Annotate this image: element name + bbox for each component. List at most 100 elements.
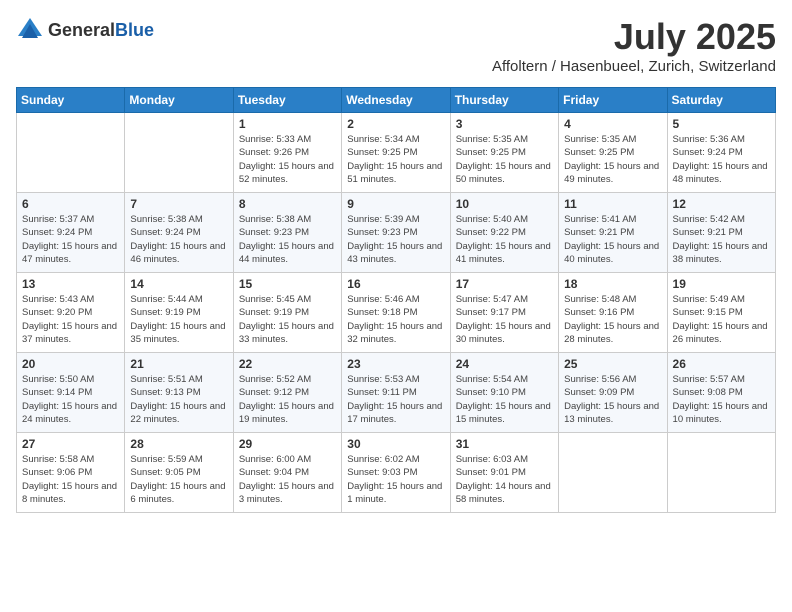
day-info: Sunrise: 5:33 AMSunset: 9:26 PMDaylight:…: [239, 133, 336, 186]
day-number: 13: [22, 277, 119, 291]
calendar-day: 9 Sunrise: 5:39 AMSunset: 9:23 PMDaylight…: [342, 193, 450, 273]
day-number: 17: [456, 277, 553, 291]
day-info: Sunrise: 5:42 AMSunset: 9:21 PMDaylight:…: [673, 213, 770, 266]
day-info: Sunrise: 5:52 AMSunset: 9:12 PMDaylight:…: [239, 373, 336, 426]
day-number: 5: [673, 117, 770, 131]
calendar-day: 19Sunrise: 5:49 AMSunset: 9:15 PMDayligh…: [667, 273, 775, 353]
weekday-header-monday: Monday: [125, 88, 233, 113]
calendar-day: 3 Sunrise: 5:35 AMSunset: 9:25 PMDaylight…: [450, 113, 558, 193]
calendar-day: 4Sunrise: 5:35 AMSunset: 9:25 PMDaylight…: [559, 113, 667, 193]
logo: GeneralBlue: [16, 16, 154, 44]
day-number: 21: [130, 357, 227, 371]
calendar-day: 31 Sunrise: 6:03 AMSunset: 9:01 PMDayligh…: [450, 433, 558, 513]
calendar-day: 11Sunrise: 5:41 AMSunset: 9:21 PMDayligh…: [559, 193, 667, 273]
day-number: 12: [673, 197, 770, 211]
calendar-day: 15Sunrise: 5:45 AMSunset: 9:19 PMDayligh…: [233, 273, 341, 353]
logo-text-general: General: [48, 20, 115, 40]
calendar-day: 17Sunrise: 5:47 AMSunset: 9:17 PMDayligh…: [450, 273, 558, 353]
calendar-day: 18Sunrise: 5:48 AMSunset: 9:16 PMDayligh…: [559, 273, 667, 353]
day-number: 15: [239, 277, 336, 291]
day-number: 26: [673, 357, 770, 371]
day-info: Sunrise: 6:00 AMSunset: 9:04 PMDaylight:…: [239, 453, 336, 506]
day-info: Sunrise: 5:46 AMSunset: 9:18 PMDaylight:…: [347, 293, 444, 346]
day-info: Sunrise: 5:34 AMSunset: 9:25 PMDaylight:…: [347, 133, 444, 186]
day-info: Sunrise: 5:36 AMSunset: 9:24 PMDaylight:…: [673, 133, 770, 186]
weekday-header-tuesday: Tuesday: [233, 88, 341, 113]
calendar-day: [125, 113, 233, 193]
calendar-day: 26Sunrise: 5:57 AMSunset: 9:08 PMDayligh…: [667, 353, 775, 433]
day-number: 10: [456, 197, 553, 211]
day-number: 3: [456, 117, 553, 131]
calendar-day: 14Sunrise: 5:44 AMSunset: 9:19 PMDayligh…: [125, 273, 233, 353]
calendar-day: 13 Sunrise: 5:43 AMSunset: 9:20 PMDayligh…: [17, 273, 125, 353]
calendar-day: 22 Sunrise: 5:52 AMSunset: 9:12 PMDayligh…: [233, 353, 341, 433]
day-info: Sunrise: 5:58 AMSunset: 9:06 PMDaylight:…: [22, 453, 119, 506]
weekday-header-sunday: Sunday: [17, 88, 125, 113]
calendar-week-5: 27 Sunrise: 5:58 AMSunset: 9:06 PMDayligh…: [17, 433, 776, 513]
day-info: Sunrise: 5:38 AMSunset: 9:24 PMDaylight:…: [130, 213, 227, 266]
logo-icon: [16, 16, 44, 44]
page-header: GeneralBlue July 2025 Affoltern / Hasenb…: [16, 16, 776, 75]
calendar-day: [667, 433, 775, 513]
day-number: 22: [239, 357, 336, 371]
calendar-day: 20 Sunrise: 5:50 AMSunset: 9:14 PMDayligh…: [17, 353, 125, 433]
weekday-header-saturday: Saturday: [667, 88, 775, 113]
day-number: 16: [347, 277, 444, 291]
calendar-day: 28Sunrise: 5:59 AMSunset: 9:05 PMDayligh…: [125, 433, 233, 513]
day-number: 8: [239, 197, 336, 211]
day-info: Sunrise: 5:51 AMSunset: 9:13 PMDaylight:…: [130, 373, 227, 426]
calendar-day: 10 Sunrise: 5:40 AMSunset: 9:22 PMDayligh…: [450, 193, 558, 273]
weekday-header-thursday: Thursday: [450, 88, 558, 113]
day-number: 27: [22, 437, 119, 451]
calendar-week-3: 13 Sunrise: 5:43 AMSunset: 9:20 PMDayligh…: [17, 273, 776, 353]
calendar-week-4: 20 Sunrise: 5:50 AMSunset: 9:14 PMDayligh…: [17, 353, 776, 433]
calendar-day: 30Sunrise: 6:02 AMSunset: 9:03 PMDayligh…: [342, 433, 450, 513]
day-number: 7: [130, 197, 227, 211]
calendar-day: 2 Sunrise: 5:34 AMSunset: 9:25 PMDaylight…: [342, 113, 450, 193]
calendar-day: 29 Sunrise: 6:00 AMSunset: 9:04 PMDayligh…: [233, 433, 341, 513]
day-info: Sunrise: 5:38 AMSunset: 9:23 PMDaylight:…: [239, 213, 336, 266]
calendar-day: 16 Sunrise: 5:46 AMSunset: 9:18 PMDayligh…: [342, 273, 450, 353]
weekday-header-friday: Friday: [559, 88, 667, 113]
calendar-day: [559, 433, 667, 513]
location-title: Affoltern / Hasenbueel, Zurich, Switzerl…: [492, 58, 776, 75]
day-number: 2: [347, 117, 444, 131]
day-number: 23: [347, 357, 444, 371]
day-info: Sunrise: 5:41 AMSunset: 9:21 PMDaylight:…: [564, 213, 661, 266]
calendar-day: 24 Sunrise: 5:54 AMSunset: 9:10 PMDayligh…: [450, 353, 558, 433]
calendar-week-1: 1 Sunrise: 5:33 AMSunset: 9:26 PMDaylight…: [17, 113, 776, 193]
day-info: Sunrise: 5:35 AMSunset: 9:25 PMDaylight:…: [456, 133, 553, 186]
day-number: 14: [130, 277, 227, 291]
day-info: Sunrise: 5:54 AMSunset: 9:10 PMDaylight:…: [456, 373, 553, 426]
calendar-day: 8 Sunrise: 5:38 AMSunset: 9:23 PMDaylight…: [233, 193, 341, 273]
day-number: 9: [347, 197, 444, 211]
day-info: Sunrise: 5:40 AMSunset: 9:22 PMDaylight:…: [456, 213, 553, 266]
day-info: Sunrise: 5:37 AMSunset: 9:24 PMDaylight:…: [22, 213, 119, 266]
day-number: 29: [239, 437, 336, 451]
day-number: 31: [456, 437, 553, 451]
month-title: July 2025: [492, 16, 776, 58]
calendar-day: 12 Sunrise: 5:42 AMSunset: 9:21 PMDayligh…: [667, 193, 775, 273]
calendar-day: 1 Sunrise: 5:33 AMSunset: 9:26 PMDaylight…: [233, 113, 341, 193]
calendar-day: 27 Sunrise: 5:58 AMSunset: 9:06 PMDayligh…: [17, 433, 125, 513]
calendar-day: 25Sunrise: 5:56 AMSunset: 9:09 PMDayligh…: [559, 353, 667, 433]
calendar-day: 6Sunrise: 5:37 AMSunset: 9:24 PMDaylight…: [17, 193, 125, 273]
day-info: Sunrise: 5:59 AMSunset: 9:05 PMDaylight:…: [130, 453, 227, 506]
calendar-day: 21 Sunrise: 5:51 AMSunset: 9:13 PMDayligh…: [125, 353, 233, 433]
day-info: Sunrise: 5:39 AMSunset: 9:23 PMDaylight:…: [347, 213, 444, 266]
day-info: Sunrise: 5:53 AMSunset: 9:11 PMDaylight:…: [347, 373, 444, 426]
calendar-day: 7 Sunrise: 5:38 AMSunset: 9:24 PMDaylight…: [125, 193, 233, 273]
calendar-day: [17, 113, 125, 193]
day-info: Sunrise: 5:50 AMSunset: 9:14 PMDaylight:…: [22, 373, 119, 426]
day-info: Sunrise: 5:43 AMSunset: 9:20 PMDaylight:…: [22, 293, 119, 346]
day-number: 1: [239, 117, 336, 131]
calendar-day: 5 Sunrise: 5:36 AMSunset: 9:24 PMDaylight…: [667, 113, 775, 193]
day-info: Sunrise: 6:03 AMSunset: 9:01 PMDaylight:…: [456, 453, 553, 506]
day-info: Sunrise: 5:56 AMSunset: 9:09 PMDaylight:…: [564, 373, 661, 426]
logo-text-blue: Blue: [115, 20, 154, 40]
day-number: 24: [456, 357, 553, 371]
day-info: Sunrise: 6:02 AMSunset: 9:03 PMDaylight:…: [347, 453, 444, 506]
calendar-table: SundayMondayTuesdayWednesdayThursdayFrid…: [16, 87, 776, 513]
day-number: 20: [22, 357, 119, 371]
day-info: Sunrise: 5:35 AMSunset: 9:25 PMDaylight:…: [564, 133, 661, 186]
